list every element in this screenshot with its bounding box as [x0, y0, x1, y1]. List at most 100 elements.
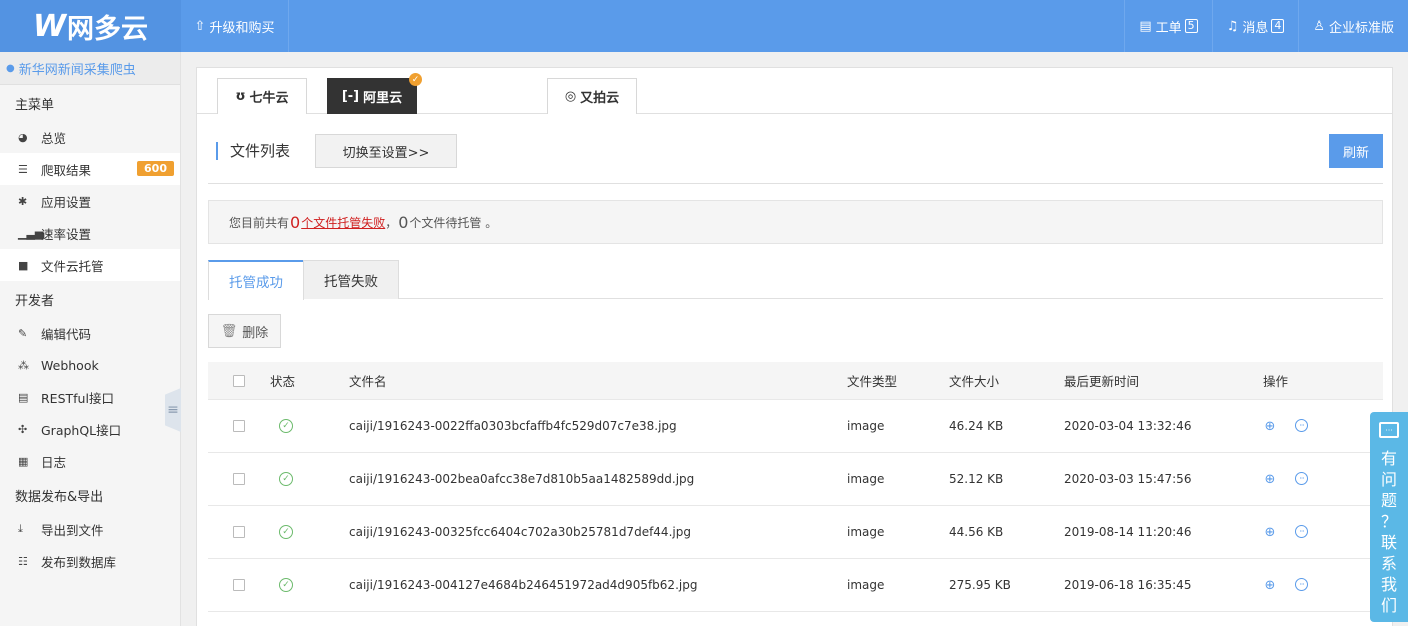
clipboard-icon: ▤	[1139, 18, 1152, 34]
more-icon[interactable]: ···	[1295, 525, 1308, 538]
file-type: image	[847, 472, 885, 486]
zoom-in-icon[interactable]: ⊕	[1263, 472, 1277, 487]
table-row: ✓ caiji/1916243-0022ffa0303bcfaffb4fc529…	[208, 400, 1383, 453]
sidebar-collapse-handle[interactable]: ≡	[165, 388, 181, 432]
api-icon: ▤	[18, 390, 29, 404]
col-name: 文件名	[349, 374, 387, 389]
account-label: 企业标准版	[1328, 20, 1394, 36]
sidebar-item-overview[interactable]: ◕ 总览	[0, 121, 180, 153]
file-name: caiji/1916243-00325fcc6404c702a30b25781d…	[349, 525, 691, 539]
row-checkbox[interactable]	[233, 579, 245, 591]
more-icon[interactable]: ···	[1295, 472, 1308, 485]
menu-icon: ≡	[167, 402, 179, 418]
more-icon[interactable]: ···	[1295, 578, 1308, 591]
sidebar-item-webhook[interactable]: ⁂ Webhook	[0, 349, 180, 381]
tickets-count: 5	[1184, 19, 1198, 33]
graph-icon: ✣	[18, 422, 28, 436]
sidebar-item-label: 编辑代码	[41, 326, 92, 342]
sidebar-item-label: 文件云托管	[41, 258, 104, 274]
tab-hosted-failed[interactable]: 托管失败	[303, 260, 399, 299]
hosting-status-tabs: 托管成功 托管失败	[208, 260, 1383, 300]
sidebar-item-graphql[interactable]: ✣ GraphQL接口	[0, 413, 180, 445]
col-time: 最后更新时间	[1064, 374, 1140, 389]
sidebar-item-publish-db[interactable]: ☷ 发布到数据库	[0, 545, 180, 577]
file-table: 状态 文件名 文件类型 文件大小 最后更新时间 操作 ✓ caiji/19162…	[208, 362, 1383, 612]
tickets-button[interactable]: ▤ 工单 5	[1124, 0, 1211, 52]
sidebar: ● 新华网新闻采集爬虫 主菜单 ◕ 总览 ☰ 爬取结果 600 ✱ 应用设置 ▁…	[0, 52, 181, 626]
chat-icon: ···	[1379, 422, 1399, 438]
project-selector[interactable]: ● 新华网新闻采集爬虫	[0, 52, 180, 85]
sidebar-item-label: RESTful接口	[41, 390, 114, 406]
file-time: 2019-08-14 11:20:46	[1064, 525, 1192, 539]
account-button[interactable]: ♙ 企业标准版	[1298, 0, 1408, 52]
select-all-checkbox[interactable]	[233, 374, 245, 387]
zoom-in-icon[interactable]: ⊕	[1263, 578, 1277, 593]
file-name: caiji/1916243-002bea0afcc38e7d810b5aa148…	[349, 472, 695, 486]
col-status: 状态	[270, 374, 296, 389]
col-size: 文件大小	[949, 374, 1000, 389]
sidebar-item-rate-settings[interactable]: ▁▃▅ 速率设置	[0, 217, 180, 249]
download-icon: ⤓	[18, 522, 23, 535]
logo[interactable]: W 网多云	[0, 0, 181, 52]
upload-arrow-icon: ⇧	[194, 18, 206, 34]
webhook-icon: ⁂	[18, 358, 29, 372]
tab-label: 阿里云	[363, 91, 403, 106]
edit-icon: ✎	[18, 326, 28, 340]
row-checkbox[interactable]	[233, 473, 245, 485]
sidebar-item-app-settings[interactable]: ✱ 应用设置	[0, 185, 180, 217]
sidebar-item-crawl-results[interactable]: ☰ 爬取结果 600	[0, 153, 180, 185]
cloud-provider-tabs: ʊ 七牛云 [-] 阿里云 ✓ ◎ 又拍云	[197, 68, 1392, 114]
refresh-button[interactable]: 刷新	[1329, 134, 1383, 168]
upgrade-button[interactable]: ⇧ 升级和购买	[181, 0, 289, 52]
zoom-in-icon[interactable]: ⊕	[1263, 525, 1277, 540]
file-time: 2020-03-04 13:32:46	[1064, 419, 1192, 433]
success-check-icon: ✓	[279, 525, 293, 539]
delete-button[interactable]: 🗑 删除	[208, 314, 281, 348]
dashboard-icon: ◕	[18, 130, 28, 144]
switch-to-settings-button[interactable]: 切换至设置>>	[315, 134, 457, 168]
zoom-in-icon[interactable]: ⊕	[1263, 419, 1277, 434]
help-char: 们	[1380, 596, 1397, 615]
more-icon[interactable]: ···	[1295, 419, 1308, 432]
tab-qiniu[interactable]: ʊ 七牛云	[217, 78, 307, 114]
pending-text: 个文件待托管 。	[409, 215, 498, 230]
hosting-summary-notice: 您目前共有 0 个文件托管失败 ， 0 个文件待托管 。	[208, 200, 1383, 244]
sidebar-item-export-file[interactable]: ⤓ 导出到文件	[0, 513, 180, 545]
file-size: 46.24 KB	[949, 419, 1004, 433]
folder-icon: ■	[18, 258, 29, 272]
tab-upyun[interactable]: ◎ 又拍云	[547, 78, 637, 114]
sidebar-item-label: 爬取结果	[41, 162, 92, 178]
tab-aliyun[interactable]: [-] 阿里云 ✓	[327, 73, 422, 114]
sidebar-item-label: 导出到文件	[41, 522, 104, 538]
list-icon: ☰	[18, 162, 28, 176]
sidebar-item-file-hosting[interactable]: ■ 文件云托管	[0, 249, 180, 281]
row-checkbox[interactable]	[233, 526, 245, 538]
row-checkbox[interactable]	[233, 420, 245, 432]
fail-link[interactable]: 个文件托管失败	[301, 214, 385, 231]
sidebar-item-restful[interactable]: ▤ RESTful接口	[0, 381, 180, 413]
help-contact-button[interactable]: ··· 有 问 题 ？ 联 系 我 们	[1370, 412, 1408, 622]
file-list-header: 文件列表 切换至设置>> 刷新	[208, 134, 1383, 184]
help-char: 系	[1380, 554, 1397, 573]
file-name: caiji/1916243-004127e4684b246451972ad4d9…	[349, 578, 698, 592]
file-size: 275.95 KB	[949, 578, 1011, 592]
tab-label: 又拍云	[580, 91, 620, 106]
messages-label: 消息	[1242, 20, 1269, 36]
file-size: 44.56 KB	[949, 525, 1004, 539]
tickets-label: 工单	[1155, 20, 1182, 36]
result-count-badge: 600	[137, 161, 174, 176]
sidebar-item-logs[interactable]: ▦ 日志	[0, 445, 180, 477]
project-icon: ●	[6, 62, 15, 74]
file-type: image	[847, 578, 885, 592]
messages-button[interactable]: ♫ 消息 4	[1211, 0, 1299, 52]
file-type: image	[847, 419, 885, 433]
bell-icon: ♫	[1226, 18, 1239, 34]
calendar-icon: ▦	[18, 454, 29, 468]
help-char: 问	[1380, 470, 1397, 489]
selected-check-icon: ✓	[409, 73, 422, 86]
tab-hosted-success[interactable]: 托管成功	[208, 260, 304, 300]
upgrade-label: 升级和购买	[209, 20, 275, 36]
sidebar-item-edit-code[interactable]: ✎ 编辑代码	[0, 317, 180, 349]
table-row: ✓ caiji/1916243-002bea0afcc38e7d810b5aa1…	[208, 453, 1383, 506]
gear-icon: ✱	[18, 194, 28, 208]
